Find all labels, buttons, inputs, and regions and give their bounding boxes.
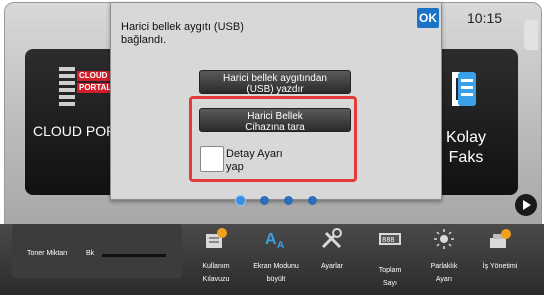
job-status-icon	[490, 229, 511, 248]
brightness-label-line2: Ayarı	[435, 276, 453, 283]
clock: 10:15	[467, 10, 503, 26]
scan-to-usb-button[interactable]: Harici Bellek Cihazına tara	[199, 108, 351, 133]
detail-label-line1: Detay Ayarı	[226, 148, 283, 160]
side-panel-tab[interactable]	[524, 20, 538, 50]
cloud-portal-label: CLOUD POR	[33, 123, 117, 139]
dialog-message: Harici bellek aygıtı (USB) bağlandı.	[121, 21, 321, 47]
detail-settings-row[interactable]: Detay Ayarı yap	[200, 146, 350, 176]
enlarge-label-line2: büyült	[266, 276, 286, 283]
cloud-logo-line2: PORTAL	[77, 83, 113, 93]
print-button-line2: (USB) yazdır	[246, 84, 304, 95]
total-count-label-line1: Toplam	[378, 267, 402, 274]
brightness-label-line1: Parlaklık	[430, 263, 458, 270]
toner-level-fill	[102, 254, 166, 257]
settings-label: Ayarlar	[320, 263, 344, 270]
detail-label-line2: yap	[226, 161, 244, 173]
cloud-logo-line1: CLOUD	[77, 71, 113, 81]
svg-text:888: 888	[382, 237, 395, 245]
page-dot[interactable]	[284, 196, 293, 205]
settings-button[interactable]: Ayarlar	[302, 228, 362, 292]
manual-button[interactable]: Kullanım Kılavuzu	[186, 228, 246, 292]
text-size-icon: A A	[265, 231, 284, 250]
print-from-usb-button[interactable]: Harici bellek aygıtından (USB) yazdır	[199, 70, 351, 95]
ok-button[interactable]: OK	[417, 8, 439, 28]
page-dot[interactable]	[260, 196, 269, 205]
manual-label-line2: Kılavuzu	[202, 276, 230, 283]
page-dot[interactable]	[308, 196, 317, 205]
scan-button-line1: Harici Bellek	[247, 111, 303, 122]
fax-icon	[452, 72, 476, 106]
page-indicator	[232, 196, 322, 206]
toner-label: Toner Miktarı	[27, 250, 68, 257]
toner-level-bar	[102, 254, 166, 257]
svg-text:A: A	[265, 231, 277, 248]
job-status-button[interactable]: İş Yönetimi	[470, 228, 530, 292]
dialog-message-line2: bağlandı.	[121, 34, 167, 46]
total-count-button[interactable]: 888 Toplam Sayı	[360, 228, 420, 292]
job-status-label: İş Yönetimi	[482, 263, 518, 270]
counter-icon: 888	[379, 233, 401, 245]
page-dot[interactable]	[236, 196, 245, 205]
brightness-button[interactable]: Parlaklık Ayarı	[414, 228, 474, 292]
next-page-button[interactable]	[515, 194, 537, 216]
usb-connected-dialog: Harici bellek aygıtı (USB) bağlandı. OK …	[110, 2, 442, 200]
detail-settings-label: Detay Ayarı yap	[226, 148, 283, 174]
brightness-icon	[434, 229, 454, 249]
dialog-message-line1: Harici bellek aygıtı (USB)	[121, 21, 244, 33]
settings-tools-icon	[321, 228, 342, 249]
cloud-portal-tile[interactable]: CLOUD PORTAL CLOUD POR	[25, 49, 121, 195]
enlarge-label-line1: Ekran Modunu	[253, 263, 299, 270]
manual-icon	[206, 228, 227, 248]
toner-status: Toner Miktarı Bk	[12, 224, 182, 278]
toner-channel: Bk	[86, 250, 95, 257]
scan-button-line2: Cihazına tara	[245, 122, 305, 133]
detail-settings-checkbox[interactable]	[200, 146, 224, 172]
manual-label-line1: Kullanım	[202, 263, 230, 270]
svg-text:A: A	[277, 240, 284, 250]
enlarge-display-button[interactable]: A A Ekran Modunu büyült	[246, 228, 306, 292]
total-count-label-line2: Sayı	[382, 280, 397, 287]
print-button-line1: Harici bellek aygıtından	[223, 73, 327, 84]
